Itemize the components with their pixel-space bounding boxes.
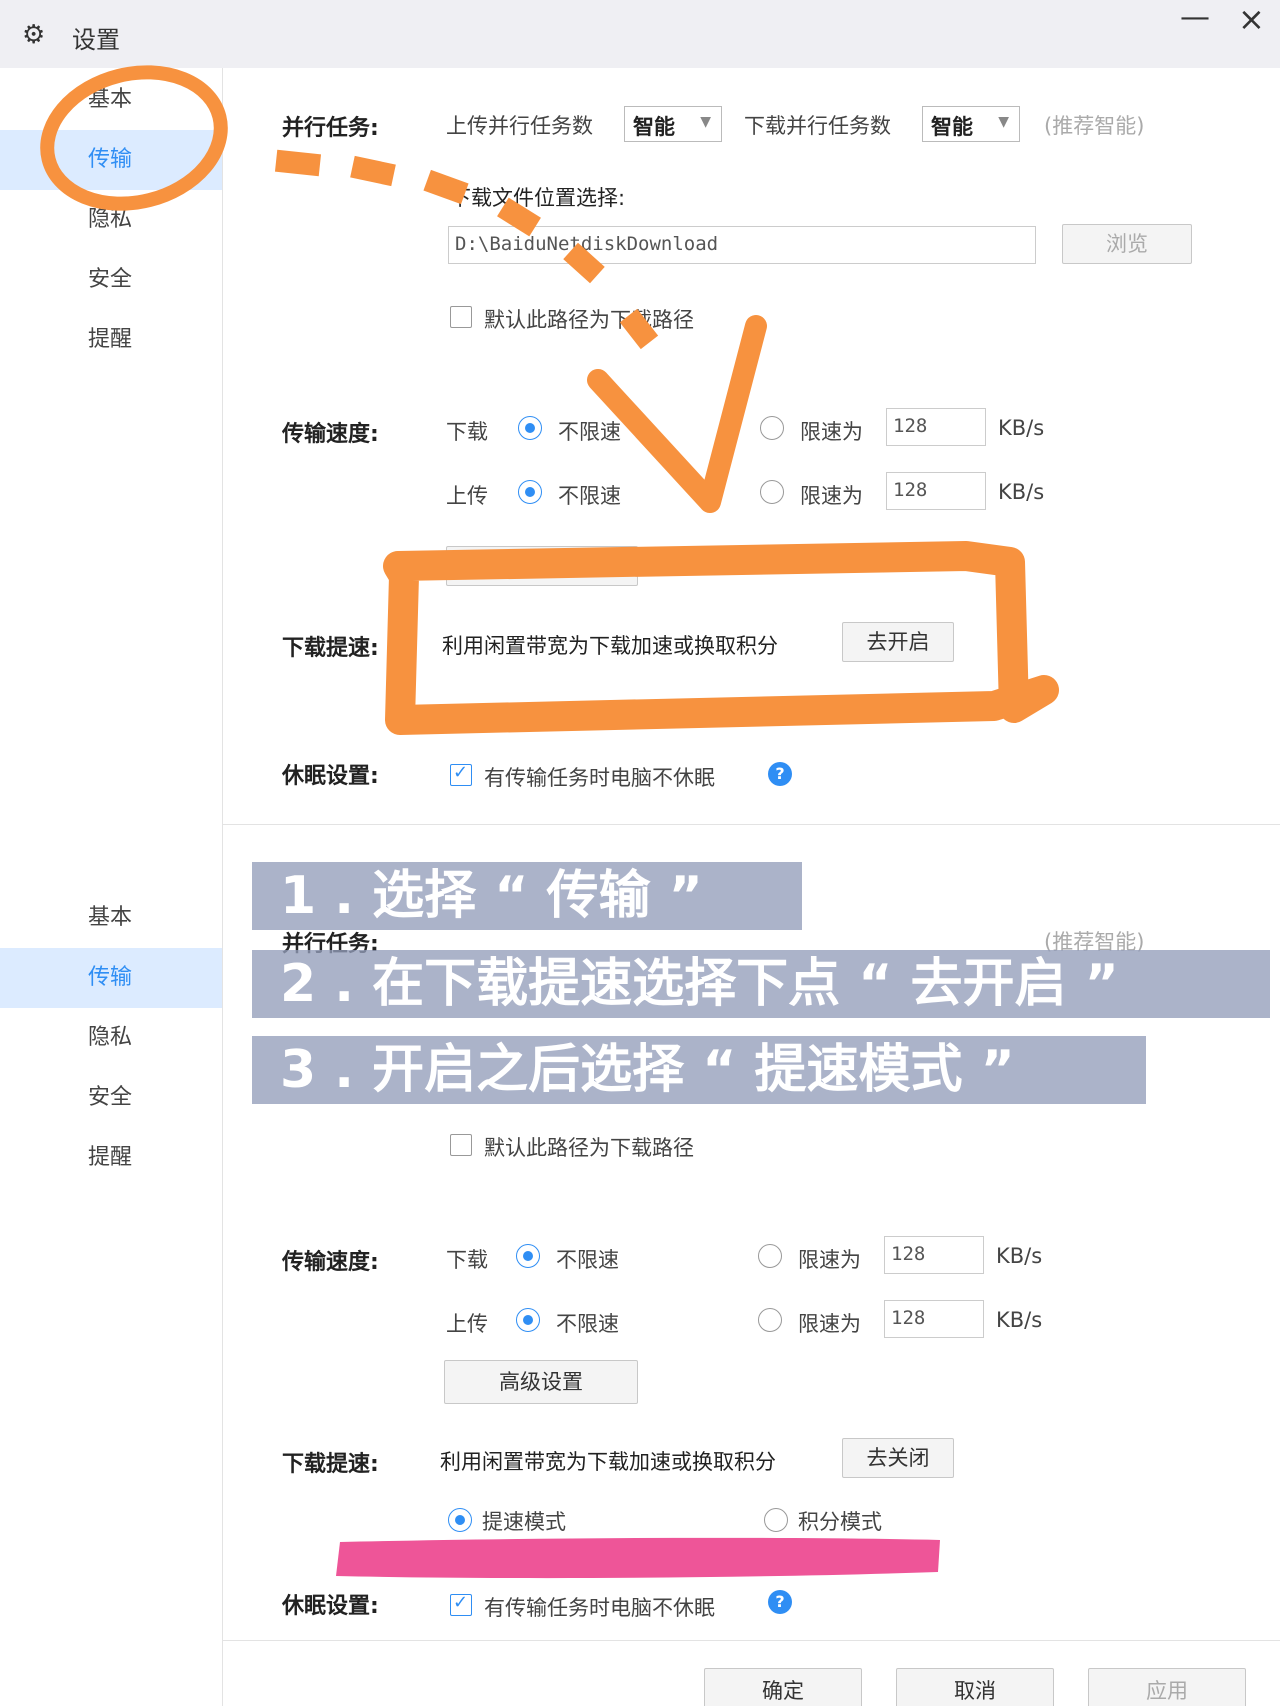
highlight-circle (40, 65, 228, 211)
settings-window-step2: 基本 传输 隐私 安全 提醒 并行任务: (推荐智能) 默认此路径为下载路径 传… (0, 852, 1280, 1706)
help-icon[interactable]: ? (768, 1590, 792, 1614)
highlight-dashes (274, 149, 659, 350)
settings-window-step1: ⚙ 设置 — × 基本 传输 隐私 安全 提醒 并行任务: 上传并行任务数 智能… (0, 0, 1280, 852)
apply-button[interactable]: 应用 (1088, 1668, 1246, 1706)
highlight-arrow (587, 315, 767, 513)
sleep-label: 休眠设置: (282, 1594, 379, 1619)
highlight-underline (336, 1537, 940, 1579)
no-sleep-checkbox[interactable] (450, 1592, 472, 1616)
instruction-step-2: 2 . 在下载提速选择下点 “ 去开启 ” (252, 950, 1270, 1018)
footer-divider (222, 1640, 1280, 1641)
instruction-step-3: 3 . 开启之后选择 “ 提速模式 ” (252, 1036, 1146, 1104)
highlight-box (383, 541, 1059, 735)
annotation-strokes (40, 65, 1059, 735)
cancel-button[interactable]: 取消 (896, 1668, 1054, 1706)
instruction-step-1: 1 . 选择 “ 传输 ” (252, 862, 802, 930)
no-sleep-label: 有传输任务时电脑不休眠 (484, 1596, 715, 1620)
ok-button[interactable]: 确定 (704, 1668, 862, 1706)
